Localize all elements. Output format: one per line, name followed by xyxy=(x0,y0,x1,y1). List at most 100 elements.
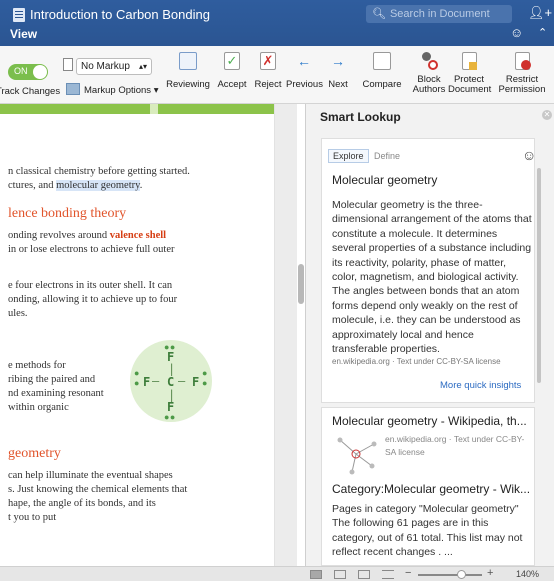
doc-line-5: e four electrons in its outer shell. It … xyxy=(8,280,173,291)
next-arrow-icon: → xyxy=(331,53,345,69)
doc-line-14: hape, the angle of its bonds, and its xyxy=(8,498,156,509)
block-authors-button[interactable]: Block Authors xyxy=(410,52,448,95)
document-page[interactable]: n classical chemistry before getting sta… xyxy=(0,104,297,566)
document-scrollbar[interactable] xyxy=(298,264,304,304)
doc-line-6: onding, allowing it to achieve up to fou… xyxy=(8,294,178,305)
heading-valence-bonding: lence bonding theory xyxy=(8,206,127,221)
previous-label: Previous xyxy=(286,79,323,90)
bond-top-line: | xyxy=(168,362,176,376)
share-user-icon[interactable]: 👤︎+ xyxy=(528,5,552,21)
lone-pair-dots-left: ● ● xyxy=(134,368,140,388)
compare-label: Compare xyxy=(362,79,402,90)
search-placeholder: Search in Document xyxy=(389,8,490,20)
review-ribbon: ON Track Changes No Markup ▴▾ Markup Opt… xyxy=(0,46,554,104)
doc-line-9: ribing the paired and xyxy=(8,374,96,385)
markup-view-icon xyxy=(63,58,73,71)
web-result-title[interactable]: Molecular geometry - Wikipedia, th... xyxy=(332,414,527,428)
restrict-permission-button[interactable]: Restrict Permission xyxy=(496,52,548,95)
molecule-right-atom: F xyxy=(192,375,200,389)
lone-pair-dots-bottom: ● ● xyxy=(164,412,175,422)
previous-arrow-icon: ← xyxy=(297,53,311,69)
menu-view[interactable]: View xyxy=(10,27,37,41)
web-layout-view-icon[interactable] xyxy=(334,570,346,579)
markup-options-button[interactable]: Markup Options ▾ xyxy=(84,85,158,96)
restrict-permission-label: Restrict Permission xyxy=(498,74,546,95)
markup-view-select[interactable]: No Markup ▴▾ xyxy=(76,58,152,75)
accept-button[interactable]: ✓ Accept xyxy=(215,52,249,90)
tab-define[interactable]: Define xyxy=(374,151,400,161)
category-result-title[interactable]: Category:Molecular geometry - Wik... xyxy=(332,482,530,496)
zoom-out-icon[interactable]: − xyxy=(405,567,411,579)
search-icon: 🔍︎ xyxy=(372,8,386,20)
category-result-body: Pages in category "Molecular geometry" T… xyxy=(332,503,523,559)
doc-line-2-post: . xyxy=(139,180,143,191)
track-changes-label: Track Changes xyxy=(0,86,61,97)
reject-x-icon: ✗ xyxy=(260,52,276,70)
pane-scrollbar[interactable] xyxy=(537,168,541,383)
doc-line-8: e methods for xyxy=(8,360,66,371)
compare-button[interactable]: Compare xyxy=(360,52,404,90)
next-label: Next xyxy=(328,79,348,90)
doc-line-10: nd examining resonant xyxy=(8,388,104,399)
molecule-center-atom: C xyxy=(167,375,175,389)
doc-line-12: can help illuminate the eventual shapes xyxy=(8,470,173,481)
reviewing-pane-button[interactable]: Reviewing xyxy=(162,52,214,90)
reject-button[interactable]: ✗ Reject xyxy=(251,52,285,90)
smart-lookup-title: Smart Lookup xyxy=(320,110,401,124)
collapse-ribbon-icon[interactable]: ⌃ xyxy=(538,26,547,39)
protect-document-icon xyxy=(461,52,477,70)
more-quick-insights-link[interactable]: More quick insights xyxy=(440,380,521,391)
track-changes-toggle[interactable]: ON xyxy=(8,64,48,80)
result-source: en.wikipedia.org · Text under CC-BY-SA l… xyxy=(332,357,501,366)
doc-line-2-pre: ctures, and xyxy=(8,180,57,191)
restrict-permission-icon xyxy=(514,52,531,70)
explore-card: Explore Define ☺︎ Molecular geometry Mol… xyxy=(321,138,536,403)
search-in-document-input[interactable]: 🔍︎ Search in Document xyxy=(366,5,512,23)
doc-line-3: onding revolves around valence shell xyxy=(8,230,166,241)
result-title: Molecular geometry xyxy=(332,173,438,187)
bond-left-line: — xyxy=(152,374,160,388)
select-arrows-icon: ▴▾ xyxy=(138,62,147,71)
zoom-slider-knob[interactable] xyxy=(457,570,466,579)
cf4-molecule-diagram: F F F F C — — | | ● ● ● ● ● ● ● ● xyxy=(130,340,212,422)
selected-text-highlight[interactable]: molecular geometry xyxy=(56,180,140,191)
draft-view-icon[interactable] xyxy=(382,570,394,579)
page-header-band xyxy=(0,104,275,114)
close-pane-icon[interactable]: ✕ xyxy=(542,110,552,120)
title-bar: Introduction to Carbon Bonding 🔍︎ Search … xyxy=(0,0,554,46)
doc-line-3-pre: onding revolves around xyxy=(8,230,110,241)
document-title: Introduction to Carbon Bonding xyxy=(30,7,210,22)
protect-document-button[interactable]: Protect Document xyxy=(448,52,492,95)
previous-change-button[interactable]: ← Previous xyxy=(286,52,323,90)
markup-select-value: No Markup xyxy=(81,61,130,72)
web-result-card[interactable]: Molecular geometry - Wikipedia, th... en… xyxy=(321,407,535,566)
tab-explore[interactable]: Explore xyxy=(328,149,369,163)
bond-bottom-line: | xyxy=(168,388,176,402)
status-bar: − + 140% xyxy=(0,566,554,581)
accept-label: Accept xyxy=(217,79,247,90)
doc-line-1: n classical chemistry before getting sta… xyxy=(8,166,190,177)
reject-label: Reject xyxy=(254,79,282,90)
zoom-slider[interactable] xyxy=(418,574,482,576)
outline-view-icon[interactable] xyxy=(358,570,370,579)
document-gutter xyxy=(275,104,297,566)
doc-line-13: s. Just knowing the chemical elements th… xyxy=(8,484,188,495)
word-document-icon xyxy=(13,8,25,22)
protect-document-label: Protect Document xyxy=(448,74,492,95)
lone-pair-dots-top: ● ● xyxy=(164,342,175,352)
molecule-left-atom: F xyxy=(143,375,151,389)
feedback-smiley-icon-panel[interactable]: ☺︎ xyxy=(522,147,536,163)
web-result-source: en.wikipedia.org · Text under CC-BY-SA l… xyxy=(385,434,525,457)
print-layout-view-icon[interactable] xyxy=(310,570,322,579)
valence-shell-emphasis: valence shell xyxy=(109,230,167,241)
block-authors-label: Block Authors xyxy=(412,74,446,95)
lone-pair-dots-right: ● ● xyxy=(202,368,208,388)
feedback-smiley-icon[interactable]: ☺︎ xyxy=(510,25,523,40)
next-change-button[interactable]: → Next xyxy=(324,52,352,90)
doc-line-4: in or lose electrons to achieve full out… xyxy=(8,244,175,255)
doc-line-2: ctures, and molecular geometry. xyxy=(8,180,142,191)
doc-line-15: t you to put xyxy=(8,512,57,523)
molecule-thumbnail-image xyxy=(337,437,377,475)
zoom-in-icon[interactable]: + xyxy=(487,567,493,579)
zoom-level: 140% xyxy=(516,569,540,579)
